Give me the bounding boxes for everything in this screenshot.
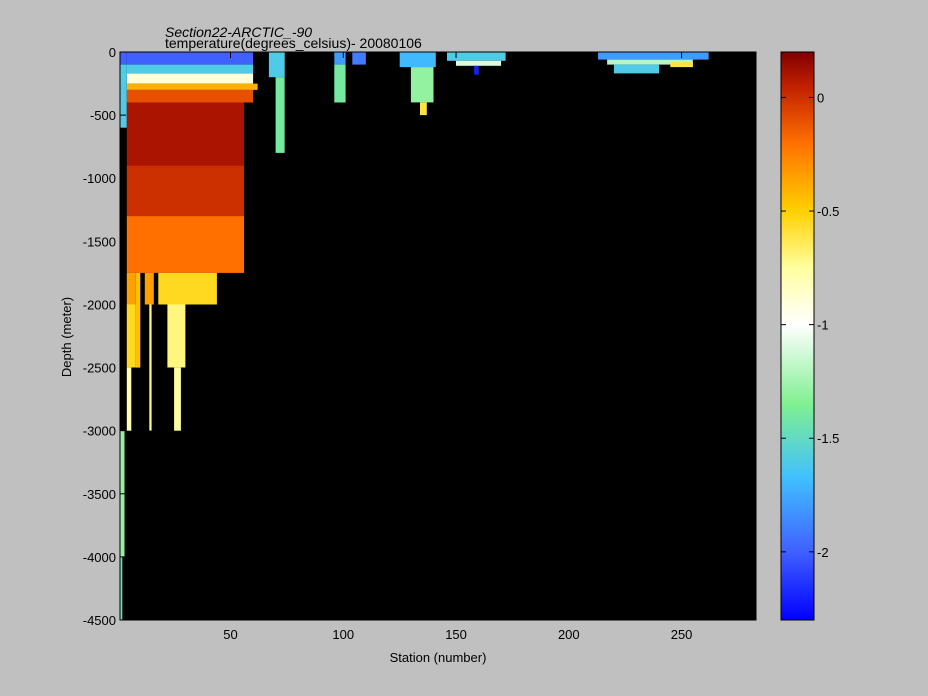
y-axis-label: Depth (meter)	[59, 297, 74, 377]
data-cell	[126, 73, 254, 84]
data-cell	[126, 367, 132, 431]
y-tick-label: -2000	[83, 297, 116, 312]
chart-subtitle: temperature(degrees_celsius)- 20080106	[165, 35, 422, 51]
data-cell	[670, 62, 693, 68]
y-tick-label: -1000	[83, 171, 116, 186]
y-tick-label: -4000	[83, 550, 116, 565]
data-cell	[352, 52, 366, 65]
data-cell	[126, 52, 254, 65]
data-cell	[126, 102, 245, 166]
data-cell	[456, 60, 502, 66]
data-cell	[126, 165, 245, 217]
data-cell	[149, 304, 152, 431]
data-cell	[334, 52, 346, 65]
data-cell	[420, 102, 427, 116]
data-cell	[126, 64, 254, 74]
y-tick-label: -4500	[83, 613, 116, 628]
data-cell	[135, 272, 141, 368]
data-cell	[126, 272, 136, 305]
x-axis-label: Station (number)	[390, 650, 487, 665]
y-tick-label: -3000	[83, 424, 116, 439]
data-cell	[410, 67, 434, 103]
data-cell	[275, 77, 285, 153]
data-cell	[126, 83, 258, 90]
data-cell	[399, 52, 436, 68]
colorbar-tick-label: -1.5	[817, 431, 839, 446]
colorbar	[780, 51, 815, 621]
y-tick-label: -1500	[83, 234, 116, 249]
data-cell	[158, 272, 217, 305]
data-cell	[474, 65, 479, 75]
x-tick-label: 200	[558, 627, 580, 642]
y-tick-label: -3500	[83, 487, 116, 502]
data-cell	[174, 367, 181, 431]
y-tick-label: 0	[109, 45, 116, 60]
data-cell	[120, 64, 127, 128]
data-cell	[120, 52, 127, 65]
x-tick-label: 50	[223, 627, 237, 642]
data-cell	[167, 304, 186, 368]
x-tick-label: 150	[445, 627, 467, 642]
data-cell	[126, 304, 136, 368]
x-tick-label: 250	[671, 627, 693, 642]
data-cell	[126, 216, 245, 273]
data-cell	[144, 272, 154, 305]
data-cell	[126, 89, 254, 103]
data-cell	[268, 52, 285, 78]
data-cell	[334, 64, 346, 103]
data-cell	[598, 52, 709, 60]
y-tick-label: -2500	[83, 361, 116, 376]
y-tick-label: -500	[90, 108, 116, 123]
colorbar-tick-label: -2	[817, 545, 829, 560]
colorbar-tick-label: -1	[817, 318, 829, 333]
colorbar-tick-label: 0	[817, 90, 824, 105]
data-cell	[613, 64, 659, 74]
section-plot-figure: 50 100 150 200 250 0 -500 -1000 -1500 -2000 -2500…	[59, 24, 839, 665]
colorbar-tick-label: -0.5	[817, 204, 839, 219]
x-tick-label: 100	[332, 627, 354, 642]
